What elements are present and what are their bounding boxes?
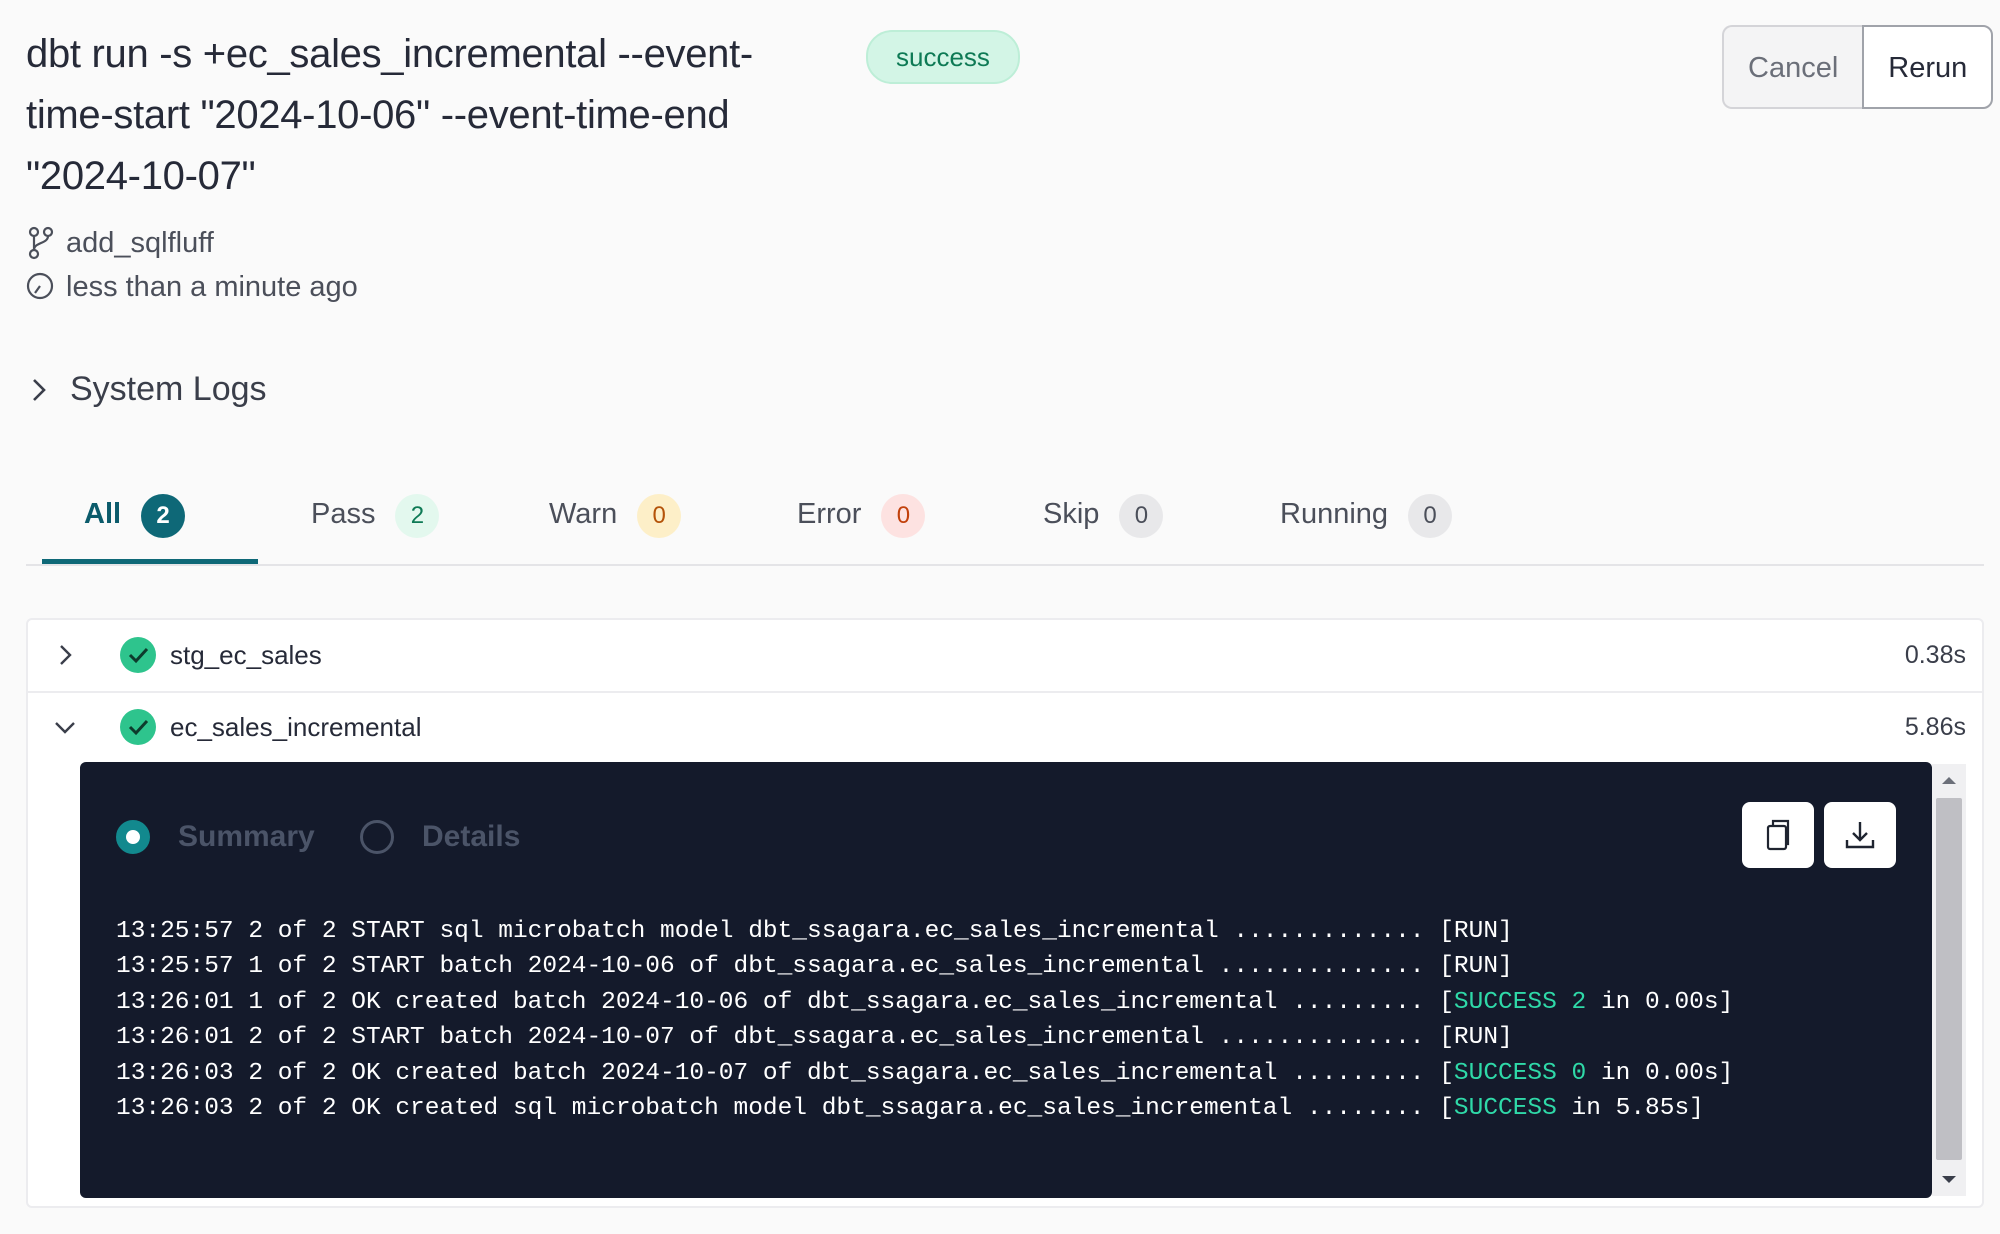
log-line: 13:25:57 2 of 2 START sql microbatch mod… [116, 918, 1513, 945]
tab-label: Running [1280, 498, 1389, 530]
tab-warn[interactable]: Warn 0 [549, 490, 682, 564]
tab-error[interactable]: Error 0 [797, 490, 926, 564]
tab-count: 0 [881, 494, 926, 538]
title-line: "2024-10-07" [26, 154, 256, 198]
log-line: 13:26:03 2 of 2 OK created sql microbatc… [116, 1091, 1733, 1126]
list-item[interactable]: ec_sales_incremental 5.86s [28, 692, 1982, 762]
details-label: Details [422, 820, 521, 853]
radio-selected-icon [116, 820, 150, 854]
log-line: 13:26:01 1 of 2 OK created batch 2024-10… [116, 985, 1733, 1020]
list-item[interactable]: stg_ec_sales 0.38s [28, 620, 1982, 693]
log-text: 13:26:03 2 of 2 OK created batch 2024-10… [116, 1059, 1454, 1087]
copy-button[interactable] [1742, 802, 1814, 868]
log-scrollbar[interactable] [1932, 764, 1966, 1196]
log-text: in 0.00s] [1586, 988, 1734, 1016]
scrollbar-thumb[interactable] [1936, 798, 1962, 1160]
download-icon [1845, 822, 1875, 849]
tab-label: Warn [549, 498, 618, 530]
download-button[interactable] [1824, 802, 1896, 868]
log-output: 13:25:57 2 of 2 START sql microbatch mod… [116, 914, 1733, 1126]
log-text: in 0.00s] [1586, 1059, 1734, 1087]
tab-label: Pass [311, 498, 376, 530]
log-success-text: SUCCESS 0 [1453, 1059, 1587, 1087]
chevron-down-icon[interactable] [50, 712, 80, 742]
tab-count: 0 [637, 494, 682, 538]
status-tabs: All 2 Pass 2 Warn 0 Error 0 Skip 0 Runni… [26, 490, 1984, 566]
title-line: time-start "2024-10-06" --event-time-end [26, 93, 730, 137]
branch-info: add_sqlfluff [26, 226, 214, 260]
time-info: less than a minute ago [26, 270, 358, 304]
copy-icon [1766, 819, 1790, 851]
scroll-up-icon[interactable] [1940, 774, 1958, 786]
log-panel: Summary Details 13:25:57 2 of 2 START sq… [80, 762, 1932, 1198]
system-logs-toggle[interactable]: System Logs [30, 370, 267, 409]
rerun-button[interactable]: Rerun [1862, 25, 1994, 109]
success-check-icon [120, 637, 156, 673]
details-radio[interactable]: Details [360, 820, 520, 854]
tab-all[interactable]: All 2 [42, 490, 258, 564]
summary-radio[interactable]: Summary [116, 820, 315, 854]
branch-name: add_sqlfluff [66, 226, 214, 259]
tab-label: Error [797, 498, 862, 530]
summary-label: Summary [178, 820, 315, 853]
tab-skip[interactable]: Skip 0 [1043, 490, 1164, 564]
tab-count: 0 [1119, 494, 1164, 538]
log-line: 13:25:57 1 of 2 START batch 2024-10-06 o… [116, 953, 1513, 981]
log-line: 13:26:03 2 of 2 OK created batch 2024-10… [116, 1056, 1733, 1091]
radio-unselected-icon [360, 820, 394, 854]
log-text: 13:26:01 1 of 2 OK created batch 2024-10… [116, 988, 1454, 1016]
tab-running[interactable]: Running 0 [1280, 490, 1453, 564]
model-name: ec_sales_incremental [170, 712, 422, 742]
cancel-button[interactable]: Cancel [1722, 25, 1863, 109]
chevron-right-icon[interactable] [50, 640, 80, 670]
scroll-down-icon[interactable] [1940, 1174, 1958, 1186]
log-success-text: SUCCESS 2 [1453, 988, 1587, 1016]
system-logs-label: System Logs [70, 370, 267, 408]
model-duration: 0.38s [1904, 641, 1966, 669]
git-branch-icon [28, 226, 54, 260]
status-badge: success [866, 30, 1020, 84]
title-line: dbt run -s +ec_sales_incremental --event… [26, 32, 753, 76]
model-name: stg_ec_sales [170, 640, 322, 670]
run-time: less than a minute ago [66, 270, 358, 303]
clock-icon [26, 272, 54, 300]
model-duration: 5.86s [1904, 713, 1966, 741]
log-line: 13:26:01 2 of 2 START batch 2024-10-07 o… [116, 1024, 1513, 1052]
tab-count: 2 [395, 494, 440, 538]
tab-count: 0 [1408, 494, 1453, 538]
action-buttons: Cancel Rerun [1722, 25, 1994, 109]
tab-count: 2 [141, 494, 186, 538]
success-check-icon [120, 709, 156, 745]
log-success-text: SUCCESS [1453, 1095, 1557, 1123]
log-text: 13:26:03 2 of 2 OK created sql microbatc… [116, 1095, 1454, 1123]
chevron-right-icon [33, 378, 46, 401]
tab-pass[interactable]: Pass 2 [311, 490, 440, 564]
tab-label: All [84, 498, 122, 530]
tab-label: Skip [1043, 498, 1100, 530]
page-title: dbt run -s +ec_sales_incremental --event… [26, 24, 826, 207]
log-text: in 5.85s] [1556, 1095, 1704, 1123]
